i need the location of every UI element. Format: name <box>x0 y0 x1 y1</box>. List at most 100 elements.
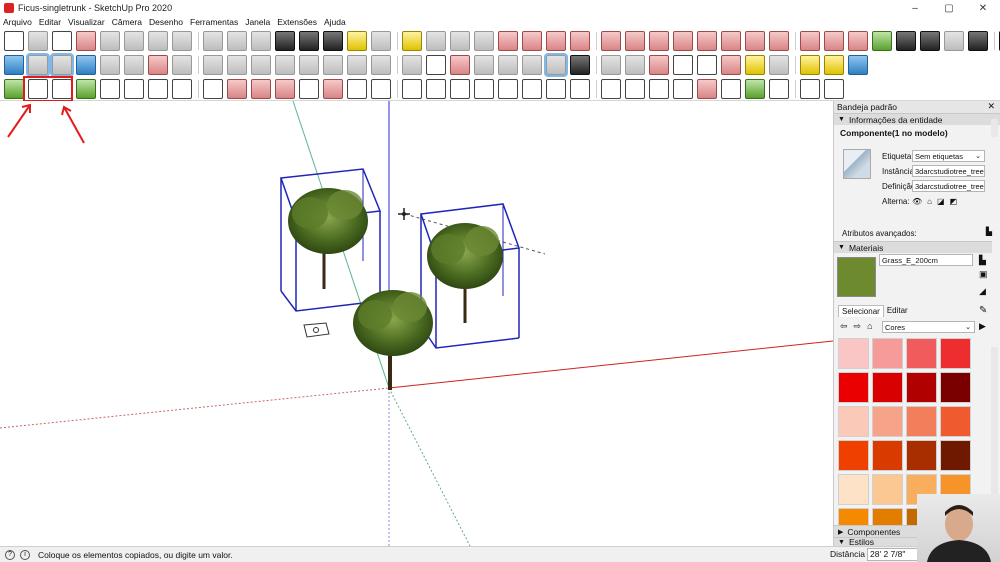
text-icon[interactable] <box>426 31 446 51</box>
three-point-arc-icon[interactable] <box>824 31 844 51</box>
forward-arrow-icon[interactable]: ⇨ <box>854 321 862 332</box>
zoom-previous-icon[interactable] <box>227 31 247 51</box>
check-icon[interactable] <box>371 78 391 99</box>
house-sun-icon[interactable] <box>649 78 669 99</box>
circle-outline-icon[interactable] <box>323 78 343 99</box>
color-swatch[interactable] <box>872 338 903 369</box>
left-view-icon[interactable] <box>347 55 367 75</box>
tray-scrollbar[interactable] <box>991 119 998 137</box>
attributes-pin-icon[interactable]: ▙ <box>986 227 992 236</box>
pattern-icon[interactable] <box>100 78 120 99</box>
help-icon[interactable]: ? <box>5 549 15 560</box>
logo-blue-icon[interactable] <box>848 55 868 75</box>
red-grid-icon[interactable] <box>649 55 669 75</box>
frame2-icon[interactable] <box>570 78 590 99</box>
distance-field[interactable]: 28' 2 7/8" <box>867 548 919 561</box>
frame-icon[interactable] <box>546 78 566 99</box>
section-plane-icon[interactable] <box>544 53 568 77</box>
arrow-down-icon[interactable] <box>673 78 693 99</box>
cube-outline3-icon[interactable] <box>275 78 295 99</box>
color-swatch[interactable] <box>872 440 903 471</box>
polygon-icon[interactable] <box>745 31 765 51</box>
cube-outline-icon[interactable] <box>227 78 247 99</box>
zoom-icon[interactable] <box>148 31 168 51</box>
circle-icon[interactable] <box>721 31 741 51</box>
square-icon[interactable] <box>697 55 717 75</box>
color-swatch[interactable] <box>940 338 971 369</box>
tree-component-right[interactable] <box>419 203 521 349</box>
maximize-button[interactable]: ▢ <box>932 0 966 16</box>
warehouse-icon[interactable] <box>76 55 96 75</box>
arc-icon[interactable] <box>769 31 789 51</box>
move-icon[interactable] <box>498 31 518 51</box>
intersect-icon[interactable] <box>172 78 192 99</box>
record-icon[interactable] <box>968 31 988 51</box>
frame3-icon[interactable] <box>601 78 621 99</box>
section-fill-icon[interactable] <box>625 55 645 75</box>
cube-outline2-icon[interactable] <box>251 78 271 99</box>
lock-icon[interactable]: ⌂ <box>927 197 932 206</box>
home-outline-icon[interactable] <box>148 55 168 75</box>
top-view-icon[interactable] <box>251 55 271 75</box>
cube-orange-icon[interactable] <box>745 55 765 75</box>
scale-figure[interactable] <box>303 322 330 338</box>
color-swatch[interactable] <box>872 406 903 437</box>
iso-view-icon[interactable] <box>227 55 247 75</box>
tray-close-icon[interactable]: ✕ <box>987 101 995 112</box>
orbit-icon[interactable] <box>100 31 120 51</box>
library-dropdown[interactable]: Cores ⌄ <box>882 321 975 333</box>
half-circle-icon[interactable] <box>697 78 717 99</box>
offset-icon[interactable] <box>601 31 621 51</box>
grid-icon[interactable] <box>124 78 144 99</box>
axes-icon[interactable] <box>450 31 470 51</box>
menu-camera[interactable]: Câmera <box>112 17 142 27</box>
receive-shadow-icon[interactable]: ◩ <box>950 197 958 206</box>
section-cut-icon[interactable] <box>601 55 621 75</box>
eyedropper-icon[interactable]: ✎ <box>979 305 987 316</box>
rotated-rectangle-icon[interactable] <box>697 31 717 51</box>
color-swatch[interactable] <box>940 440 971 471</box>
color-swatch[interactable] <box>906 338 937 369</box>
hand-cursor-icon[interactable] <box>347 78 367 99</box>
building-icon[interactable] <box>100 55 120 75</box>
cube-yellow-icon[interactable] <box>800 55 820 75</box>
menu-extensoes[interactable]: Extensões <box>277 17 317 27</box>
rectangle-icon[interactable] <box>673 31 693 51</box>
front-view-icon[interactable] <box>275 55 295 75</box>
follow-me-icon[interactable] <box>546 31 566 51</box>
menu-ajuda[interactable]: Ajuda <box>324 17 346 27</box>
color-swatch[interactable] <box>872 372 903 403</box>
layer-icon[interactable] <box>203 55 223 75</box>
definition-field[interactable]: 3darcstudiotree_tree00 <box>912 180 985 192</box>
paint-bucket-icon[interactable] <box>52 31 72 51</box>
material-name-field[interactable]: Grass_E_200cm <box>879 254 973 266</box>
color-swatch[interactable] <box>838 474 869 505</box>
menu-arquivo[interactable]: Arquivo <box>3 17 32 27</box>
cube-blue-icon[interactable] <box>4 55 24 75</box>
tape-measure-icon[interactable] <box>347 31 367 51</box>
tab-select[interactable]: Selecionar <box>838 305 884 317</box>
two-point-arc-icon[interactable] <box>800 31 820 51</box>
monochrome-icon[interactable] <box>522 55 542 75</box>
color-swatch[interactable] <box>838 372 869 403</box>
sandbox-icon[interactable] <box>872 31 892 51</box>
material-preview[interactable] <box>837 257 876 297</box>
tree-icon[interactable] <box>745 78 765 99</box>
color-swatch[interactable] <box>906 406 937 437</box>
model-info-icon[interactable] <box>172 55 192 75</box>
scene-icon[interactable] <box>944 31 964 51</box>
scale-icon[interactable] <box>570 31 590 51</box>
refresh-icon[interactable] <box>498 78 518 99</box>
disc-icon[interactable] <box>824 78 844 99</box>
shaded-icon[interactable] <box>474 55 494 75</box>
tree-component-left[interactable] <box>279 168 382 312</box>
cube-yellow2-icon[interactable] <box>824 55 844 75</box>
smoothing-icon[interactable] <box>450 78 470 99</box>
drawing-viewport[interactable] <box>0 101 833 546</box>
outer-shell-icon[interactable] <box>50 53 74 77</box>
grass-icon[interactable] <box>76 78 96 99</box>
home-icon[interactable]: ⌂ <box>867 321 872 332</box>
xray-icon[interactable] <box>371 55 391 75</box>
triangle-icon[interactable] <box>721 78 741 99</box>
lock-icon[interactable] <box>625 78 645 99</box>
